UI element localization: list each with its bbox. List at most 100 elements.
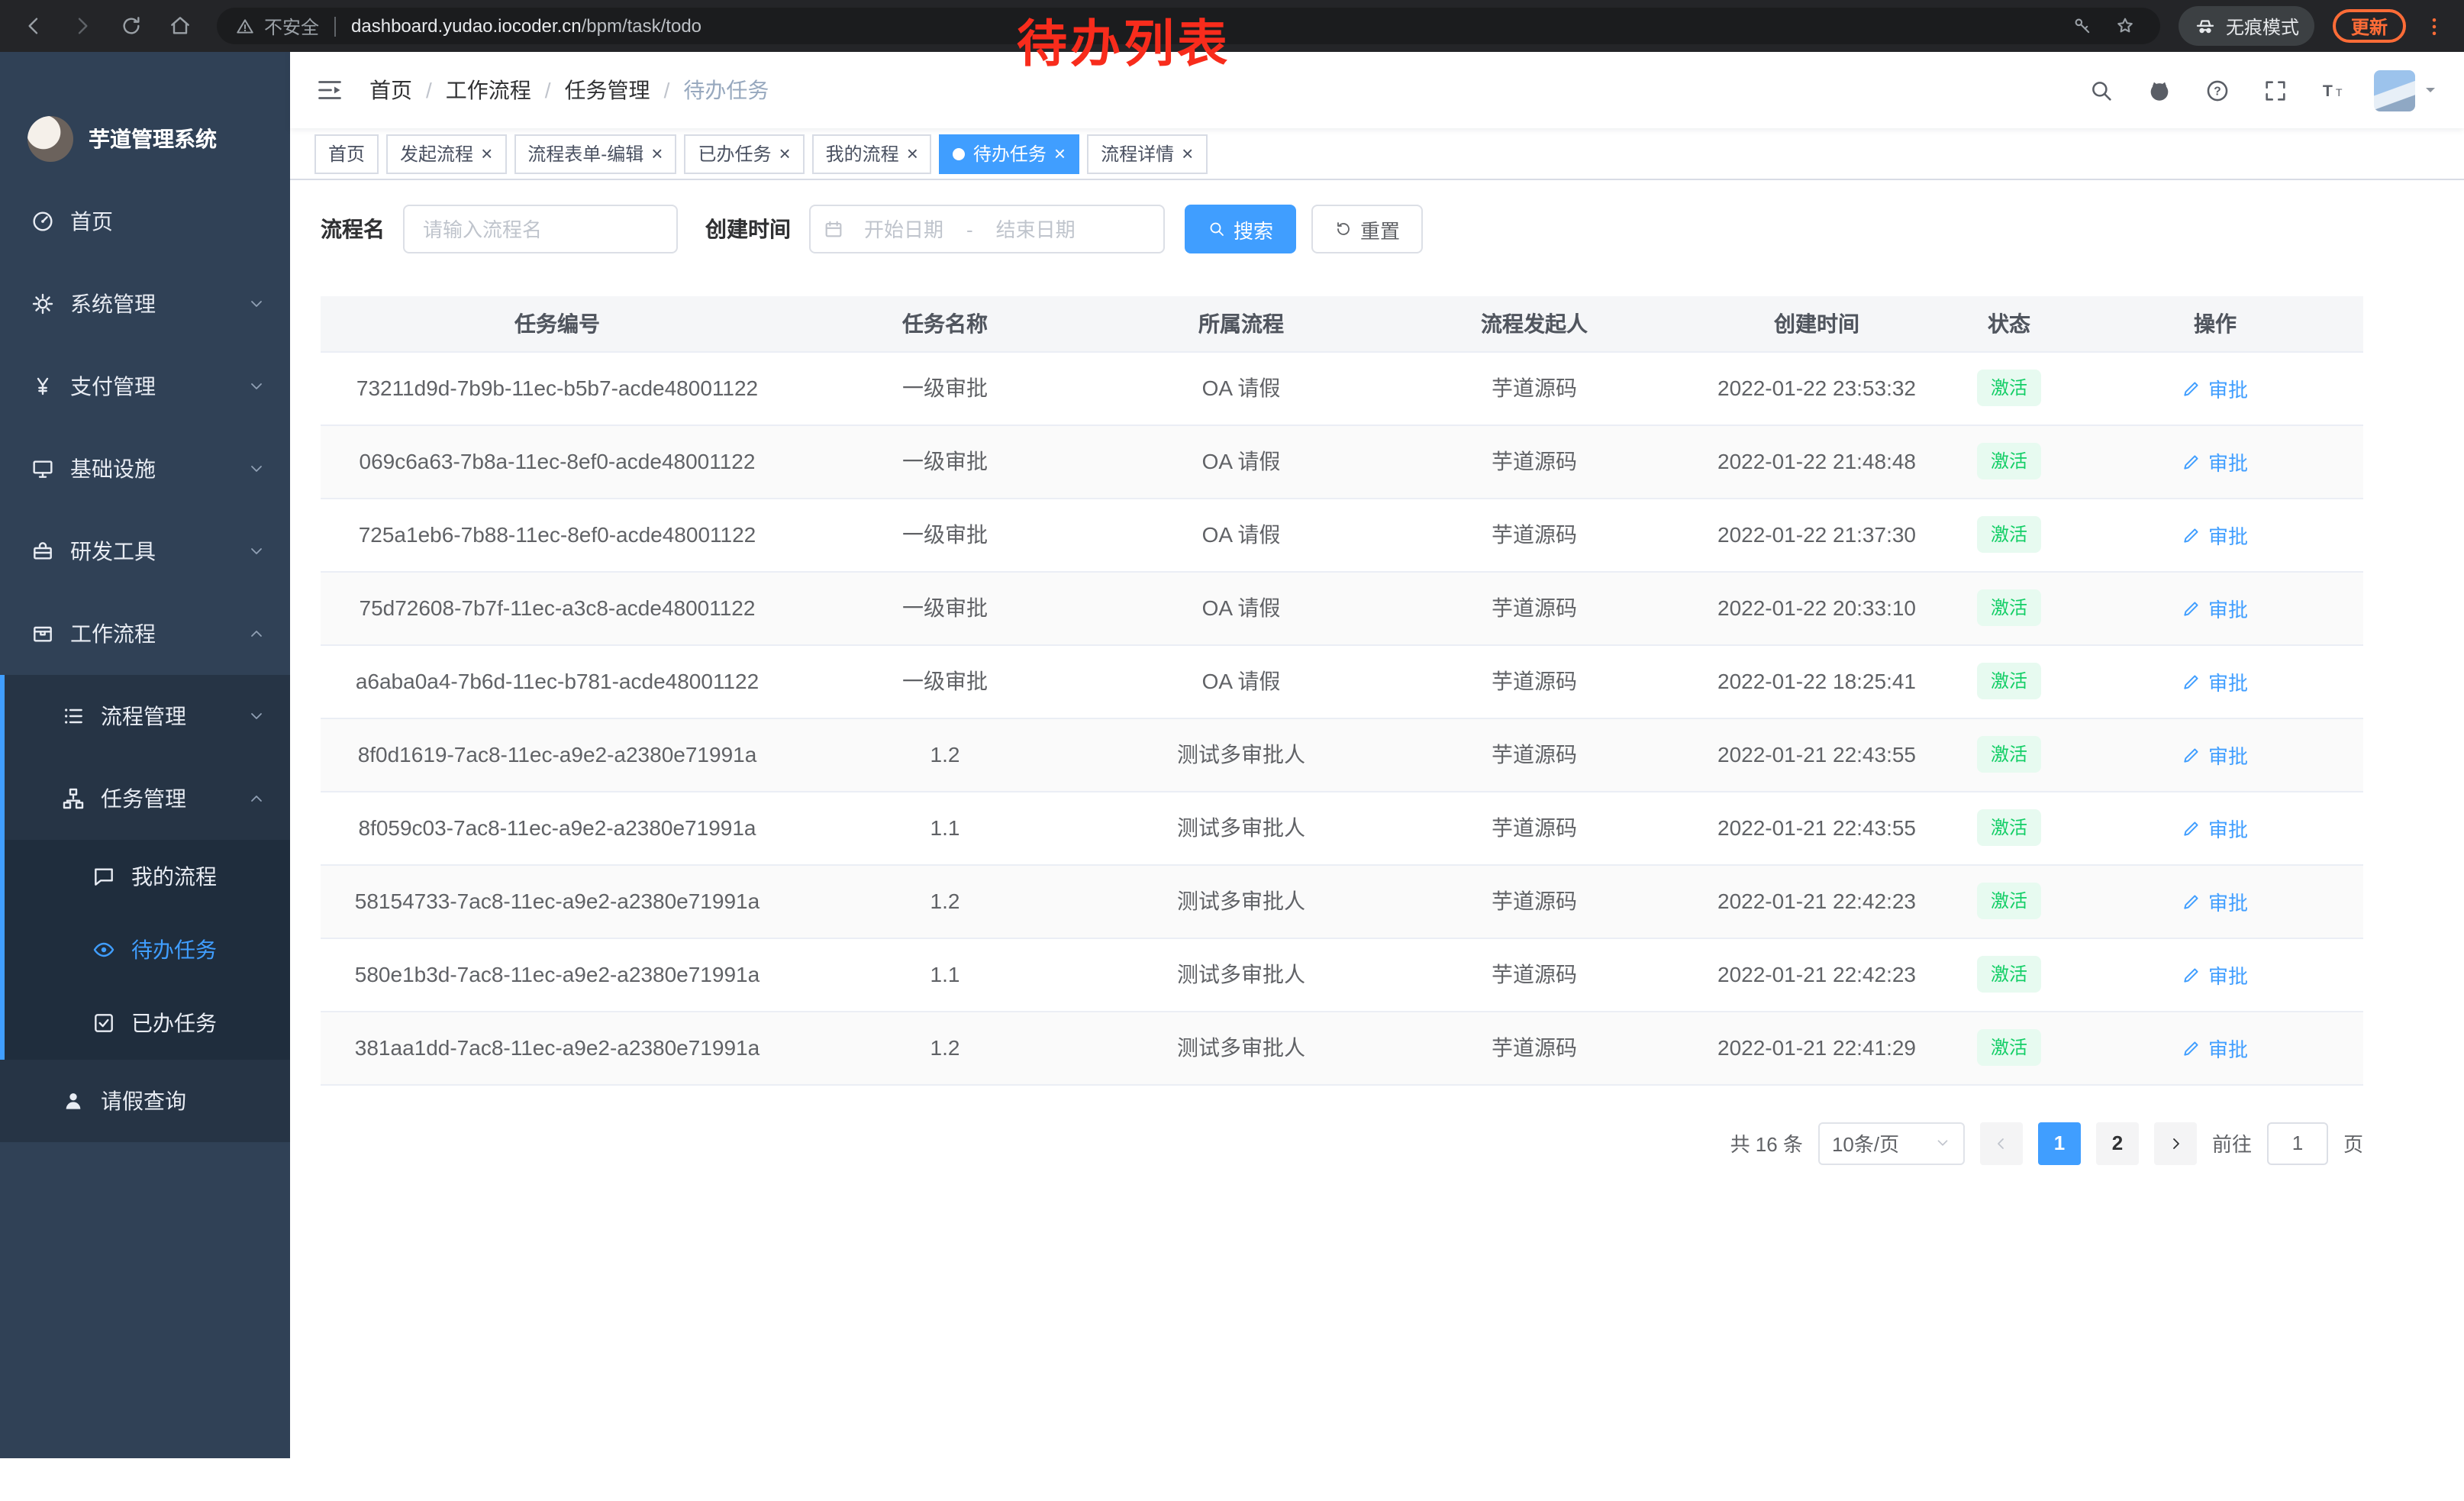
pencil-icon — [2182, 891, 2202, 911]
close-icon[interactable]: × — [481, 144, 492, 163]
approve-link[interactable]: 审批 — [2182, 520, 2248, 549]
cell-status: 激活 — [1951, 498, 2067, 571]
breadcrumb-item-home[interactable]: 首页 — [369, 75, 412, 105]
approve-link[interactable]: 审批 — [2182, 593, 2248, 622]
tab-form-edit[interactable]: 流程表单-编辑 × — [514, 134, 676, 173]
tab-done-tasks[interactable]: 已办任务 × — [684, 134, 804, 173]
date-range-picker[interactable]: - — [809, 205, 1165, 253]
column-status: 状态 — [1951, 296, 2067, 351]
next-page-button[interactable] — [2154, 1122, 2197, 1164]
cell-starter: 芋道源码 — [1386, 938, 1682, 1011]
tab-home[interactable]: 首页 — [314, 134, 379, 173]
kebab-menu-icon — [2422, 15, 2445, 37]
breadcrumb-separator: / — [426, 78, 432, 102]
home-icon — [168, 14, 192, 38]
cell-starter: 芋道源码 — [1386, 498, 1682, 571]
sidebar-item-home[interactable]: 首页 — [0, 180, 290, 263]
sidebar-item-leave-query[interactable]: 请假查询 — [0, 1060, 290, 1142]
approve-link[interactable]: 审批 — [2182, 960, 2248, 989]
cell-process: 测试多审批人 — [1096, 864, 1386, 938]
browser-reload-button[interactable] — [113, 8, 150, 44]
goto-page-input[interactable] — [2267, 1122, 2328, 1164]
page-content: 流程名 创建时间 - 搜索 重置 — [290, 180, 2464, 1164]
table-row: 725a1eb6-7b88-11ec-8ef0-acde48001122 一级审… — [321, 498, 2363, 571]
cell-task-name: 1.1 — [794, 938, 1096, 1011]
passwords-key-button[interactable] — [2066, 9, 2099, 43]
status-badge: 激活 — [1977, 809, 2041, 846]
github-link-button[interactable] — [2142, 73, 2175, 107]
toolbox-icon — [31, 539, 55, 563]
approve-link[interactable]: 审批 — [2182, 447, 2248, 476]
approve-link[interactable]: 审批 — [2182, 740, 2248, 769]
prev-page-button[interactable] — [1980, 1122, 2023, 1164]
cell-actions: 审批 — [2067, 498, 2363, 571]
column-process: 所属流程 — [1096, 296, 1386, 351]
header-search-button[interactable] — [2084, 73, 2117, 107]
task-management-submenu: 我的流程 待办任务 已办任务 — [0, 840, 290, 1060]
close-icon[interactable]: × — [907, 144, 918, 163]
browser-back-button[interactable] — [15, 8, 52, 44]
table-row: 069c6a63-7b8a-11ec-8ef0-acde48001122 一级审… — [321, 424, 2363, 498]
bookmark-star-button[interactable] — [2108, 9, 2142, 43]
tab-start-process[interactable]: 发起流程 × — [386, 134, 506, 173]
sidebar-item-system[interactable]: 系统管理 — [0, 263, 290, 345]
close-icon[interactable]: × — [1054, 144, 1066, 163]
process-name-label: 流程名 — [321, 214, 385, 244]
approve-link[interactable]: 审批 — [2182, 373, 2248, 402]
approve-link[interactable]: 审批 — [2182, 886, 2248, 915]
browser-update-button[interactable]: 更新 — [2333, 9, 2406, 43]
breadcrumb-item-workflow[interactable]: 工作流程 — [446, 75, 531, 105]
app-title: 芋道管理系统 — [89, 124, 217, 154]
search-button[interactable]: 搜索 — [1185, 205, 1296, 253]
sidebar-item-payment[interactable]: 支付管理 — [0, 345, 290, 428]
tab-process-detail[interactable]: 流程详情 × — [1087, 134, 1207, 173]
fullscreen-icon — [2262, 77, 2288, 103]
sidebar-item-devtools[interactable]: 研发工具 — [0, 510, 290, 592]
tab-my-processes[interactable]: 我的流程 × — [812, 134, 932, 173]
tab-todo-tasks[interactable]: 待办任务 × — [940, 134, 1079, 173]
page-button-1[interactable]: 1 — [2038, 1122, 2081, 1164]
cell-process: OA 请假 — [1096, 571, 1386, 644]
sidebar-item-workflow[interactable]: 工作流程 — [0, 592, 290, 675]
process-name-input[interactable] — [403, 205, 678, 253]
user-menu-button[interactable] — [2374, 69, 2440, 111]
start-date-input[interactable] — [844, 218, 963, 240]
page-button-2[interactable]: 2 — [2096, 1122, 2139, 1164]
workflow-submenu: 流程管理 任务管理 我的流程 待办任务 — [0, 675, 290, 1142]
close-icon[interactable]: × — [779, 144, 790, 163]
browser-forward-button[interactable] — [64, 8, 101, 44]
table-row: 8f0d1619-7ac8-11ec-a9e2-a2380e71991a 1.2… — [321, 718, 2363, 791]
sidebar-collapse-button[interactable] — [314, 75, 345, 105]
sidebar-item-done-tasks[interactable]: 已办任务 — [0, 986, 290, 1060]
date-range-separator: - — [963, 218, 976, 240]
sidebar-item-todo-tasks[interactable]: 待办任务 — [0, 913, 290, 986]
cell-task-name: 1.2 — [794, 864, 1096, 938]
pencil-icon — [2182, 671, 2202, 691]
approve-link[interactable]: 审批 — [2182, 667, 2248, 696]
fullscreen-button[interactable] — [2258, 73, 2291, 107]
sidebar-item-my-processes[interactable]: 我的流程 — [0, 840, 290, 913]
main-area: 首页 / 工作流程 / 任务管理 / 待办任务 ? — [290, 52, 2464, 1458]
table-row: 8f059c03-7ac8-11ec-a9e2-a2380e71991a 1.1… — [321, 791, 2363, 864]
close-icon[interactable]: × — [651, 144, 663, 163]
pencil-icon — [2182, 744, 2202, 764]
cell-created: 2022-01-21 22:43:55 — [1682, 791, 1951, 864]
close-icon[interactable]: × — [1182, 144, 1193, 163]
breadcrumb-item-task-management[interactable]: 任务管理 — [565, 75, 650, 105]
svg-text:?: ? — [2213, 85, 2221, 98]
end-date-input[interactable] — [976, 218, 1095, 240]
app-logo[interactable]: 芋道管理系统 — [0, 52, 290, 180]
sidebar-item-task-management[interactable]: 任务管理 — [0, 757, 290, 840]
help-button[interactable]: ? — [2200, 73, 2233, 107]
approve-link[interactable]: 审批 — [2182, 813, 2248, 842]
approve-link[interactable]: 审批 — [2182, 1033, 2248, 1062]
sidebar-item-process-management[interactable]: 流程管理 — [0, 675, 290, 757]
chevron-down-icon — [247, 542, 266, 560]
sidebar-item-infrastructure[interactable]: 基础设施 — [0, 428, 290, 510]
browser-home-button[interactable] — [162, 8, 198, 44]
reset-button[interactable]: 重置 — [1311, 205, 1423, 253]
font-size-button[interactable]: TT — [2316, 73, 2350, 107]
page-size-select[interactable]: 10条/页 — [1818, 1122, 1965, 1164]
cell-created: 2022-01-22 18:25:41 — [1682, 644, 1951, 718]
browser-menu-button[interactable] — [2418, 8, 2449, 44]
